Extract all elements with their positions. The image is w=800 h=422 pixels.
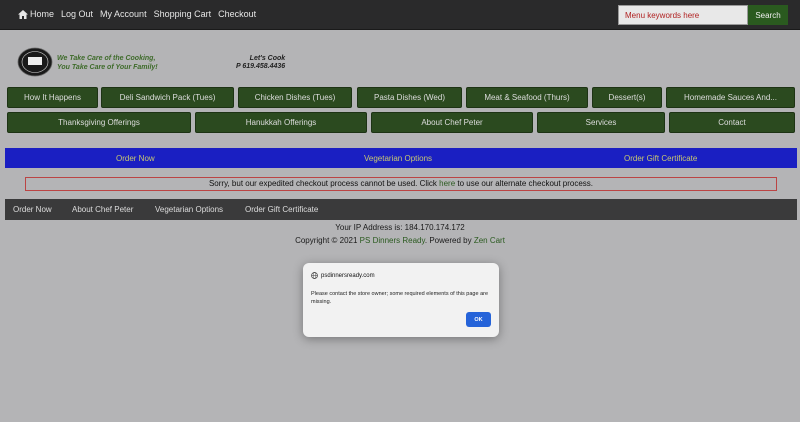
category-desserts[interactable]: Dessert(s) (592, 87, 662, 108)
footer-about-chef[interactable]: About Chef Peter (72, 205, 133, 214)
header-contact: Let's Cook P 619.458.4436 (236, 55, 285, 71)
site-name-link[interactable]: PS Dinners Ready (360, 236, 425, 245)
nav-checkout[interactable]: Checkout (218, 9, 256, 19)
copyright: Copyright © 2021 PS Dinners Ready. Power… (0, 236, 800, 245)
ip-address: Your IP Address is: 184.170.174.172 (335, 223, 465, 232)
category-about-chef[interactable]: About Chef Peter (371, 112, 533, 133)
notice-here-link[interactable]: here (439, 179, 455, 188)
dialog-domain: psdinnersready.com (321, 272, 375, 279)
alert-dialog: psdinnersready.com Please contact the st… (303, 263, 499, 337)
top-navbar: Home Log Out My Account Shopping Cart Ch… (0, 0, 800, 30)
category-hanukkah[interactable]: Hanukkah Offerings (195, 112, 367, 133)
category-contact[interactable]: Contact (669, 112, 795, 133)
tagline-line-2: You Take Care of Your Family! (57, 64, 158, 71)
copyright-prefix: Copyright © 2021 (295, 236, 360, 245)
dialog-message: Please contact the store owner; some req… (311, 291, 489, 305)
globe-icon (311, 272, 318, 279)
nav-logout[interactable]: Log Out (61, 9, 93, 19)
category-how-it-happens[interactable]: How It Happens (7, 87, 98, 108)
footer-vegetarian[interactable]: Vegetarian Options (155, 205, 223, 214)
ok-button[interactable]: OK (466, 312, 491, 327)
search-input[interactable]: Menu keywords here (618, 5, 748, 25)
quick-links-bar: Order Now Vegetarian Options Order Gift … (5, 148, 797, 168)
nav-home-label: Home (30, 9, 55, 19)
category-meat-seafood[interactable]: Meat & Seafood (Thurs) (466, 87, 588, 108)
site-logo[interactable] (17, 47, 53, 77)
cook-label: Let's Cook (249, 55, 286, 62)
notice-text-before: Sorry, but our expedited checkout proces… (208, 179, 440, 188)
bluebar-order-now[interactable]: Order Now (116, 154, 155, 163)
powered-prefix: . Powered by (424, 236, 474, 245)
bluebar-vegetarian[interactable]: Vegetarian Options (364, 154, 432, 163)
category-deli-sandwich[interactable]: Deli Sandwich Pack (Tues) (101, 87, 234, 108)
footer-gift-certificate[interactable]: Order Gift Certificate (245, 205, 318, 214)
top-nav-links: Home Log Out My Account Shopping Cart Ch… (18, 9, 256, 19)
dialog-title: psdinnersready.com (311, 272, 375, 279)
zen-cart-link[interactable]: Zen Cart (474, 236, 505, 245)
category-pasta[interactable]: Pasta Dishes (Wed) (357, 87, 462, 108)
nav-my-account[interactable]: My Account (100, 9, 147, 19)
nav-shopping-cart[interactable]: Shopping Cart (154, 9, 212, 19)
bluebar-gift-certificate[interactable]: Order Gift Certificate (624, 154, 697, 163)
footer-nav-bar: Order Now About Chef Peter Vegetarian Op… (5, 199, 797, 220)
home-icon (18, 9, 28, 19)
category-thanksgiving[interactable]: Thanksgiving Offerings (7, 112, 191, 133)
notice-text-after: to use our alternate checkout process. (455, 179, 594, 188)
footer-order-now[interactable]: Order Now (13, 205, 52, 214)
phone-number: P 619.458.4436 (236, 63, 286, 70)
category-chicken[interactable]: Chicken Dishes (Tues) (238, 87, 352, 108)
site-tagline: We Take Care of the Cooking, You Take Ca… (57, 54, 158, 72)
search-button[interactable]: Search (748, 5, 788, 25)
tagline-line-1: We Take Care of the Cooking, (57, 55, 156, 62)
checkout-notice: Sorry, but our expedited checkout proces… (25, 177, 777, 191)
category-sauces[interactable]: Homemade Sauces And... (666, 87, 795, 108)
category-services[interactable]: Services (537, 112, 665, 133)
nav-home[interactable]: Home (18, 9, 54, 19)
